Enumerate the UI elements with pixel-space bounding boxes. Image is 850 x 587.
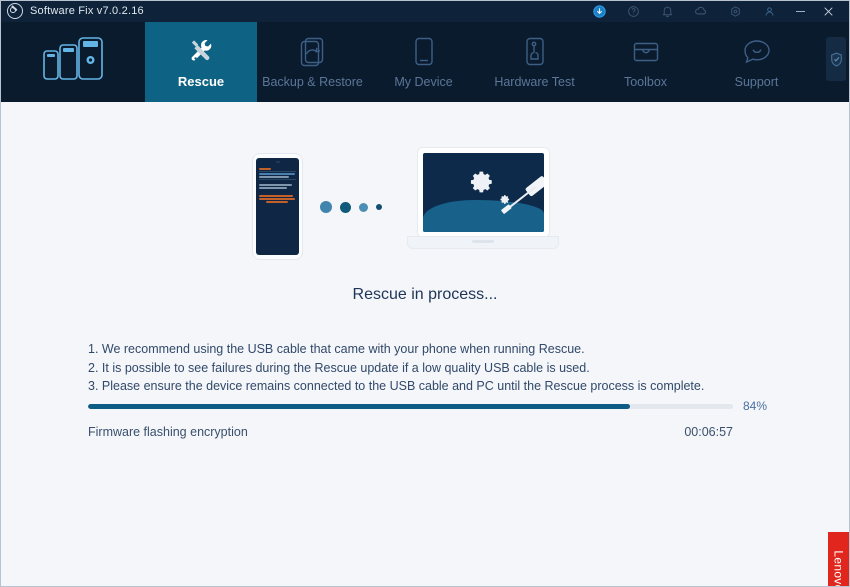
status-title: Rescue in process... [352,286,498,303]
transfer-dots [320,201,382,213]
update-icon[interactable] [582,0,616,22]
tab-toolbox[interactable]: Toolbox [590,15,701,102]
tab-my-device[interactable]: My Device [368,15,479,102]
progress-bar-fill [88,403,630,409]
wrench-circle-icon [7,3,23,19]
toolbox-icon [631,33,661,71]
hand-touch-icon [524,33,546,71]
minimize-button[interactable] [786,0,814,22]
title-bar-left: Software Fix v7.0.2.16 [0,3,144,19]
lenovo-label: Lenovo [832,550,847,587]
nav-tab-list: Rescue Backup & Restore My Device Hardwa… [145,15,812,102]
tab-support[interactable]: Support [701,15,812,102]
application-window: Software Fix v7.0.2.16 Rescue Backup & R… [0,0,850,587]
title-bar: Software Fix v7.0.2.16 [0,0,850,22]
tab-label-support: Support [734,74,779,89]
chat-smile-icon [741,33,773,71]
main-navigation: Rescue Backup & Restore My Device Hardwa… [0,15,850,102]
tab-label-hardware-test: Hardware Test [494,74,575,89]
wrench-screwdriver-icon [186,32,216,70]
device-icon [413,33,435,71]
settings-icon[interactable] [718,0,752,22]
progress-stage-label: Firmware flashing encryption [88,425,248,439]
progress-section: 84% Firmware flashing encryption 00:06:5… [88,399,767,439]
title-bar-actions [582,0,850,22]
tab-label-backup-restore: Backup & Restore [262,74,363,89]
close-icon[interactable] [814,0,842,22]
account-icon[interactable] [752,0,786,22]
content-area: Rescue in process... 1. We recommend usi… [0,102,850,587]
tab-label-toolbox: Toolbox [623,74,668,89]
window-title: Software Fix v7.0.2.16 [30,5,144,17]
tab-label-rescue: Rescue [177,74,225,89]
three-phones-logo [0,15,145,102]
tab-rescue[interactable]: Rescue [145,15,257,102]
note-line-2: 2. It is possible to see failures during… [88,360,590,375]
help-icon[interactable] [616,0,650,22]
phone-bootloader-illustration [253,154,302,259]
rescue-illustration [0,144,850,274]
lenovo-brand-tab[interactable]: Lenovo [828,532,850,587]
note-line-3: 3. Please ensure the device remains conn… [88,379,705,393]
tab-backup-restore[interactable]: Backup & Restore [257,15,368,102]
progress-percent-label: 84% [743,399,768,413]
laptop-gears-screwdriver-illustration [408,144,558,264]
backup-restore-icon [299,33,327,71]
rescue-notes: 1. We recommend using the USB cable that… [88,340,850,396]
notifications-icon[interactable] [650,0,684,22]
shield-check-icon[interactable] [826,37,846,81]
cloud-download-icon[interactable] [684,0,718,22]
progress-bar [88,403,733,409]
gear-large-icon [469,169,495,200]
tab-label-my-device: My Device [394,74,453,89]
progress-time-remaining: 00:06:57 [684,425,733,439]
note-line-1: 1. We recommend using the USB cable that… [88,342,585,356]
tab-hardware-test[interactable]: Hardware Test [479,15,590,102]
